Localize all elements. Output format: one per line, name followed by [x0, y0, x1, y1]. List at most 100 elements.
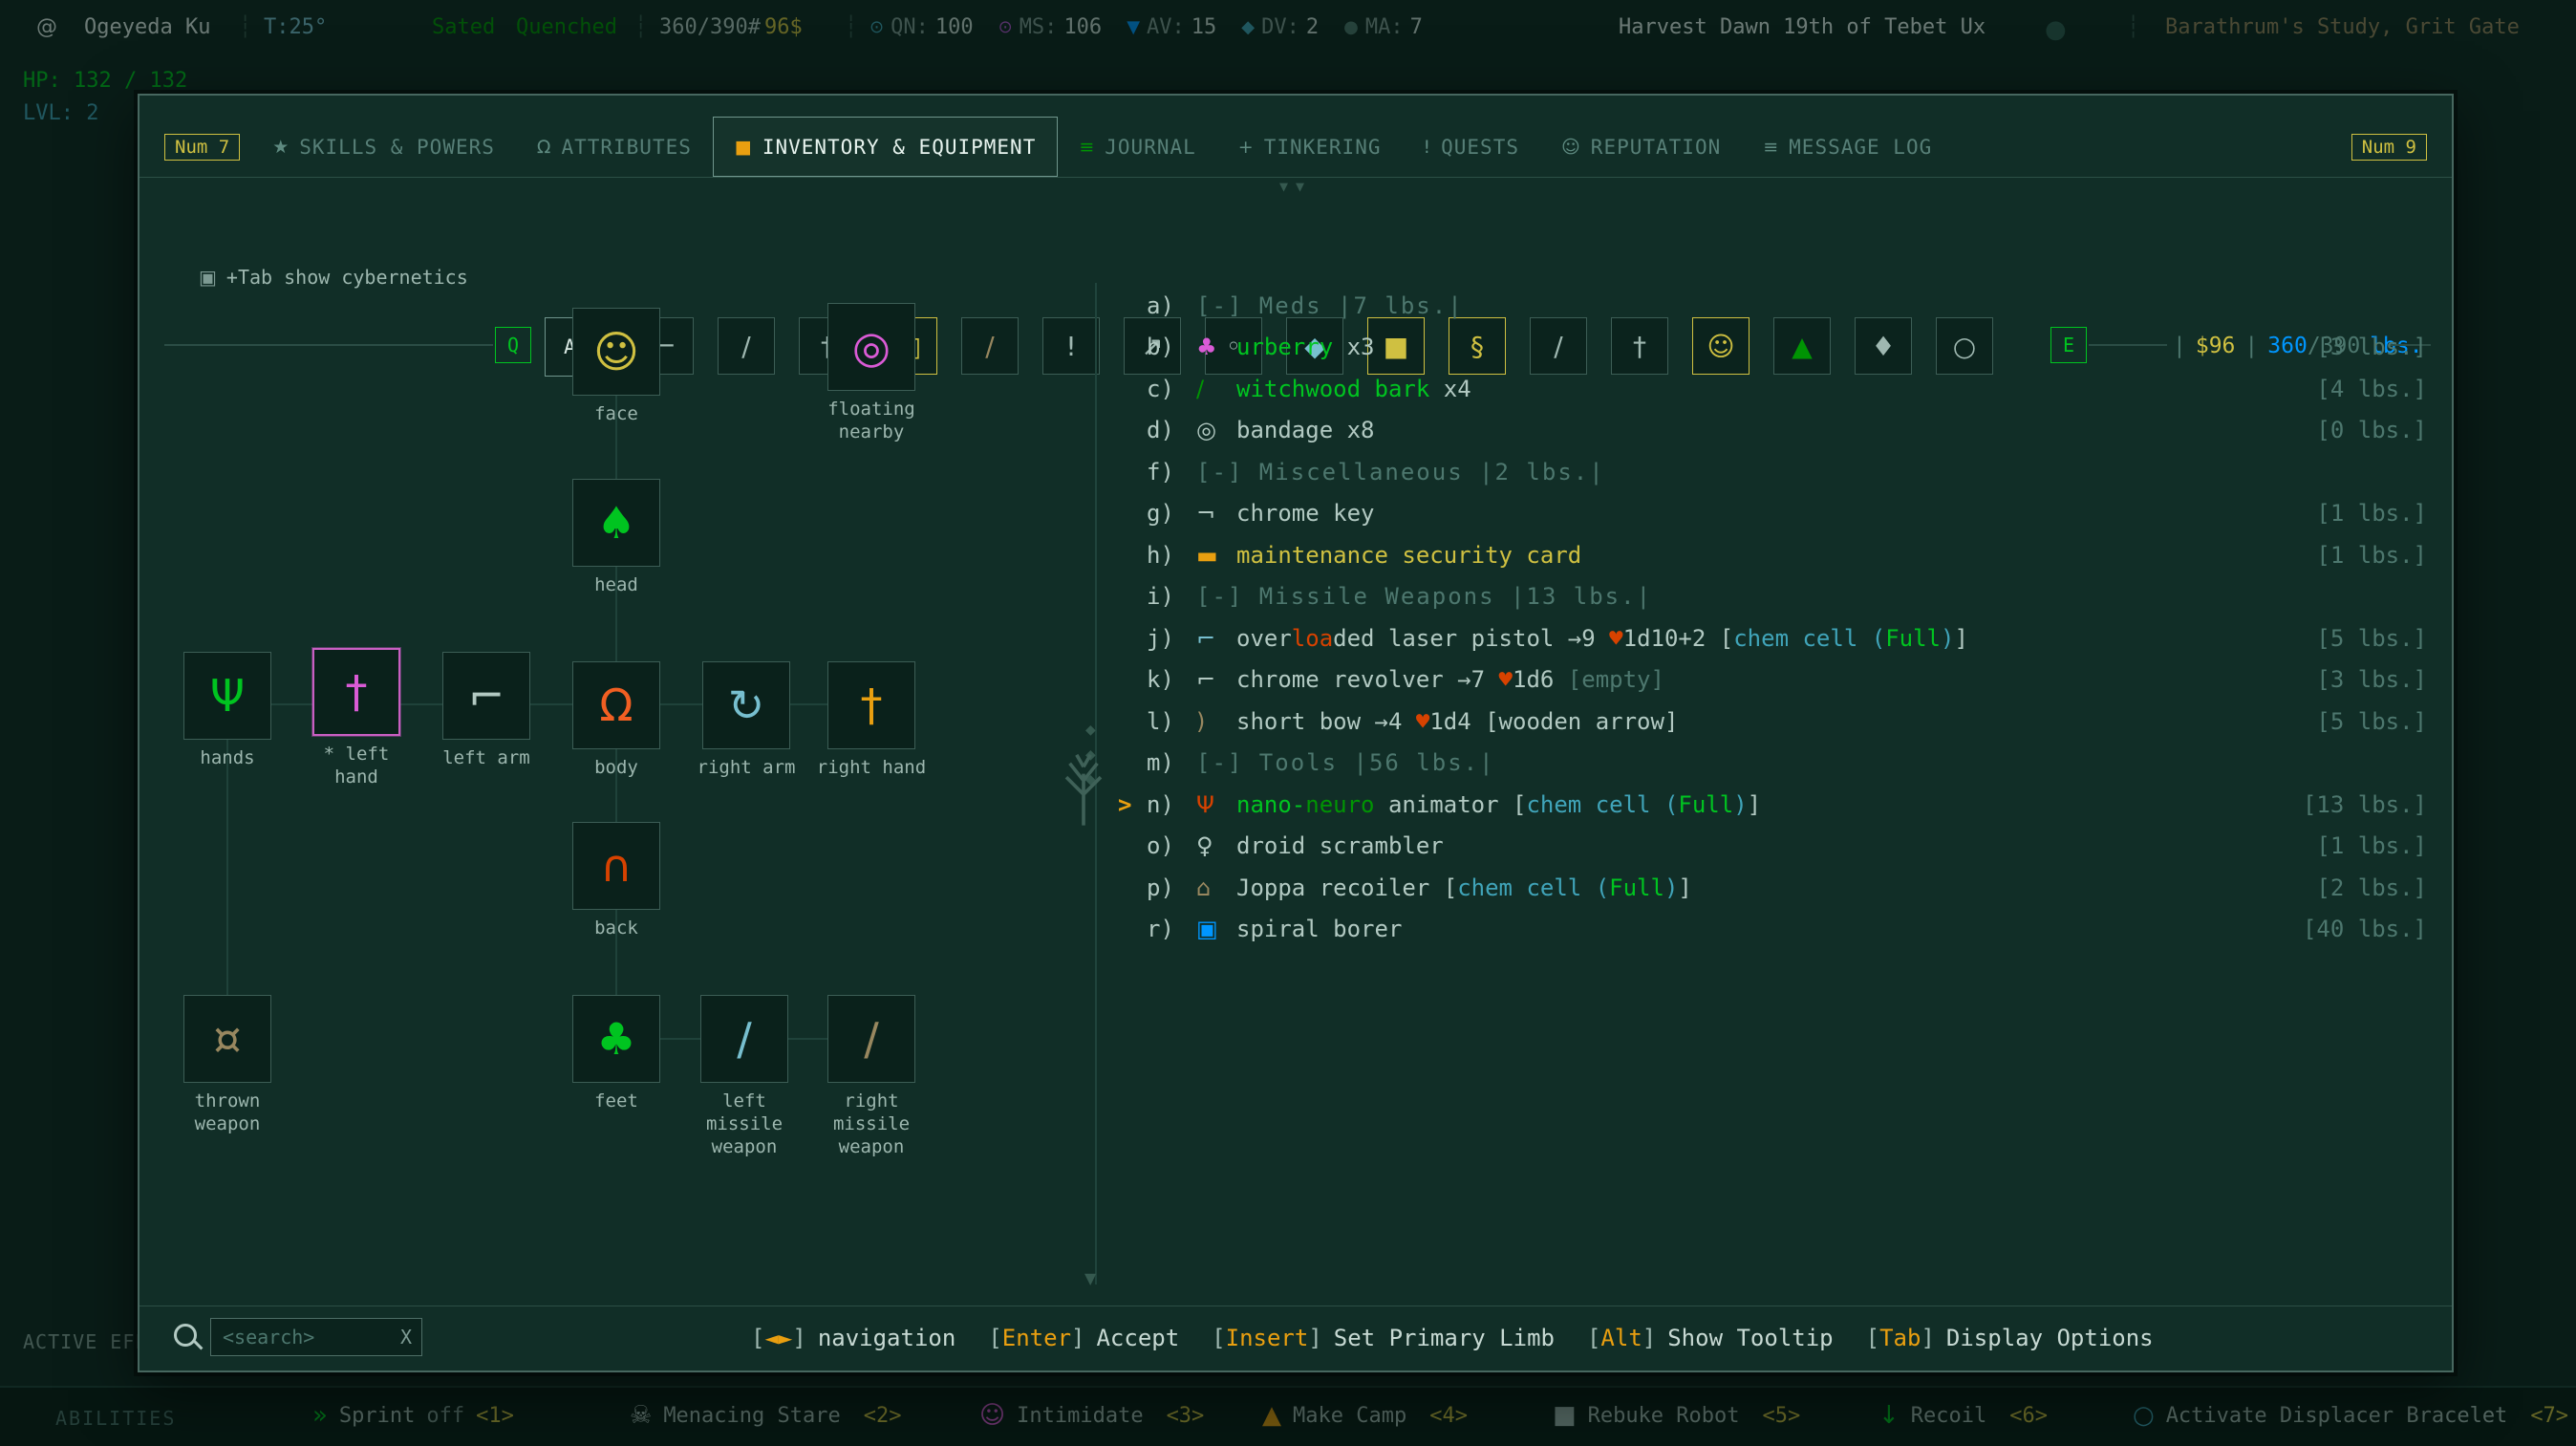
item-name: nano-neuro animator [chem cell (Full)]	[1236, 791, 1761, 818]
item-icon: ♣	[1196, 334, 1236, 360]
category-filter-bar: Q ALL ⌐ / † ▣ / ! ↗	[140, 205, 2452, 271]
equipment-slot[interactable]: ♠ head	[549, 479, 683, 597]
q-hotkey-badge[interactable]: Q	[495, 327, 531, 363]
tab[interactable]: ≡ MESSAGE LOG	[1742, 117, 1953, 177]
equipment-slot-box[interactable]: †	[312, 648, 400, 736]
filter-category-button[interactable]: !	[1042, 317, 1100, 375]
inventory-row[interactable]: d) ◎ bandage x8 [0 lbs.]	[1147, 410, 2427, 452]
item-hotkey-letter: l)	[1147, 708, 1196, 735]
inventory-row[interactable]: c) / witchwood bark x4 [4 lbs.]	[1147, 368, 2427, 410]
equipment-slot[interactable]: / left missile weapon	[677, 995, 811, 1158]
equipment-slot-box[interactable]: ♠	[572, 479, 660, 567]
equipment-slot-box[interactable]: ¤	[183, 995, 271, 1083]
equipment-item-icon: Ω	[599, 683, 633, 727]
bracket: ]	[792, 1325, 805, 1351]
inventory-row[interactable]: > n) Ψ nano-neuro animator [chem cell (F…	[1147, 784, 2427, 826]
equipment-slot-label: right hand	[817, 757, 926, 780]
equipment-item-icon: ◎	[852, 325, 891, 369]
filter-category-button[interactable]: /	[718, 317, 775, 375]
inventory-row[interactable]: k) ⌐ chrome revolver →7 ♥1d6 [empty] [3 …	[1147, 659, 2427, 701]
equipment-slot[interactable]: Ω body	[549, 661, 683, 780]
equipment-slot-box[interactable]: Ω	[572, 661, 660, 749]
equipment-slot[interactable]: † * left hand	[290, 648, 423, 789]
equipment-slot-box[interactable]: ⌐	[442, 652, 530, 740]
inventory-row[interactable]: b) ♣ urberry x3 [3 lbs.]	[1147, 327, 2427, 369]
equipment-slot-label: floating nearby	[815, 399, 928, 444]
equipment-slot[interactable]: ⌐ left arm	[419, 652, 553, 770]
equipment-slot[interactable]: Ψ hands	[161, 652, 294, 770]
equipment-slot-box[interactable]: ∩	[572, 822, 660, 910]
equipment-slot-box[interactable]: ☺	[572, 308, 660, 396]
cybernetics-hint: ▣ +Tab show cybernetics	[199, 266, 468, 289]
tab-label: REPUTATION	[1591, 136, 1721, 159]
equipment-slot-box[interactable]: /	[700, 995, 788, 1083]
equipment-item-icon: ∩	[600, 844, 633, 888]
inventory-row[interactable]: p) ⌂ Joppa recoiler [chem cell (Full)] […	[1147, 867, 2427, 909]
equipment-slot-label: left missile weapon	[688, 1090, 801, 1158]
hotkey-name: Alt	[1600, 1325, 1642, 1351]
tab[interactable]: Ω ATTRIBUTES	[516, 117, 713, 177]
equipment-slot[interactable]: / right missile weapon	[805, 995, 938, 1158]
num7-hotkey-badge[interactable]: Num 7	[164, 134, 240, 161]
search-input[interactable]	[221, 1325, 393, 1349]
equipment-slot-box[interactable]: Ψ	[183, 652, 271, 740]
equipment-slot-box[interactable]: ◎	[827, 303, 915, 391]
filter-category-button[interactable]: /	[961, 317, 1019, 375]
item-hotkey-letter: b)	[1147, 334, 1196, 360]
tab[interactable]: ☺ REPUTATION	[1540, 117, 1742, 177]
equipment-slot-box[interactable]: ↻	[702, 661, 790, 749]
equipment-slot-box[interactable]: /	[827, 995, 915, 1083]
tab-label: QUESTS	[1441, 136, 1519, 159]
equipment-slot[interactable]: † right hand	[805, 661, 938, 780]
equipment-item-icon: ¤	[213, 1017, 241, 1061]
item-hotkey-letter: n)	[1147, 791, 1196, 818]
equipment-slot[interactable]: ♣ feet	[549, 995, 683, 1113]
item-name: witchwood bark x4	[1236, 376, 1471, 402]
filter-category-icon: /	[741, 331, 750, 362]
hotkey-hint: [Tab] Display Options	[1866, 1325, 2154, 1351]
equipment-slot[interactable]: ↻ right arm	[679, 661, 813, 780]
equipment-slot-label: feet	[594, 1090, 638, 1113]
equipment-slot-box[interactable]: †	[827, 661, 915, 749]
inventory-row[interactable]: m) [-] Tools |56 lbs.|	[1147, 743, 2427, 785]
tab[interactable]: ★ SKILLS & POWERS	[251, 117, 516, 177]
num9-hotkey-badge[interactable]: Num 9	[2351, 134, 2427, 161]
inventory-row[interactable]: i) [-] Missile Weapons |13 lbs.|	[1147, 576, 2427, 618]
search-box[interactable]: X	[210, 1318, 422, 1356]
filter-category-icon: !	[1065, 331, 1076, 362]
item-name: [-] Missile Weapons |13 lbs.|	[1196, 583, 1652, 610]
tab-icon: Ω	[537, 137, 552, 158]
item-name: [-] Meds |7 lbs.|	[1196, 292, 1464, 319]
tab[interactable]: ■ INVENTORY & EQUIPMENT	[713, 117, 1058, 177]
inventory-row[interactable]: f) [-] Miscellaneous |2 lbs.|	[1147, 451, 2427, 493]
item-hotkey-letter: h)	[1147, 542, 1196, 569]
item-weight: [3 lbs.]	[2316, 666, 2427, 693]
equipment-slot-label: right arm	[698, 757, 796, 780]
item-name: bandage x8	[1236, 417, 1375, 443]
search-icon	[174, 1324, 197, 1347]
inventory-row[interactable]: a) [-] Meds |7 lbs.|	[1147, 285, 2427, 327]
tab[interactable]: + TINKERING	[1217, 117, 1403, 177]
tab[interactable]: ≡ JOURNAL	[1058, 117, 1216, 177]
item-name: [-] Tools |56 lbs.|	[1196, 749, 1495, 776]
filter-category-icon: /	[985, 331, 994, 362]
search-clear-button[interactable]: X	[400, 1326, 412, 1349]
inventory-row[interactable]: o) ♀ droid scrambler [1 lbs.]	[1147, 826, 2427, 868]
equipment-slot-box[interactable]: ♣	[572, 995, 660, 1083]
inventory-row[interactable]: j) ⌐ overloaded laser pistol →9 ♥1d10+2 …	[1147, 617, 2427, 659]
equipment-slot[interactable]: ◎ floating nearby	[805, 303, 938, 444]
inventory-row[interactable]: l) ) short bow →4 ♥1d4 [wooden arrow] [5…	[1147, 701, 2427, 743]
equipment-item-icon: †	[861, 683, 883, 727]
equipment-slot[interactable]: ¤ thrown weapon	[161, 995, 294, 1136]
bracket: ]	[1921, 1325, 1934, 1351]
tab-icon: ★	[272, 137, 290, 158]
inventory-row[interactable]: r) ▣ spiral borer [40 lbs.]	[1147, 909, 2427, 951]
inventory-row[interactable]: h) ▬ maintenance security card [1 lbs.]	[1147, 534, 2427, 576]
equipment-slot[interactable]: ☺ face	[549, 308, 683, 426]
tab[interactable]: ! QUESTS	[1403, 117, 1540, 177]
item-weight: [0 lbs.]	[2316, 417, 2427, 443]
inventory-row[interactable]: g) ¬ chrome key [1 lbs.]	[1147, 493, 2427, 535]
item-weight: [5 lbs.]	[2316, 708, 2427, 735]
equipment-item-icon: ⌐	[468, 674, 505, 718]
equipment-slot[interactable]: ∩ back	[549, 822, 683, 940]
